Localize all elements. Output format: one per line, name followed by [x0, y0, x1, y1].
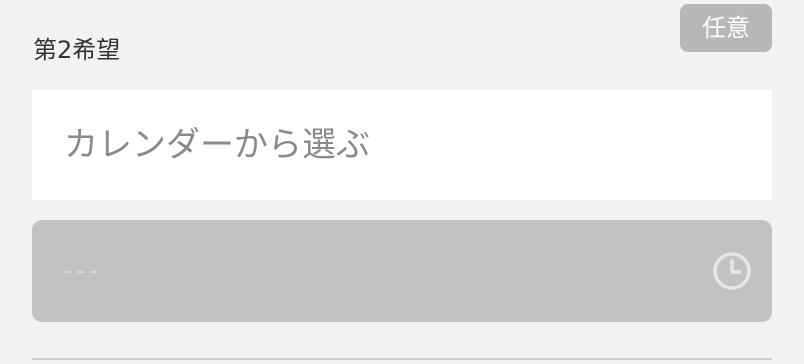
time-select[interactable]: --- [32, 220, 772, 322]
section-divider [32, 358, 772, 360]
optional-badge: 任意 [680, 4, 772, 52]
clock-icon [712, 251, 752, 291]
time-select-value: --- [64, 256, 102, 286]
field-label: 第2希望 [33, 36, 121, 64]
date-picker-input[interactable] [32, 90, 772, 200]
